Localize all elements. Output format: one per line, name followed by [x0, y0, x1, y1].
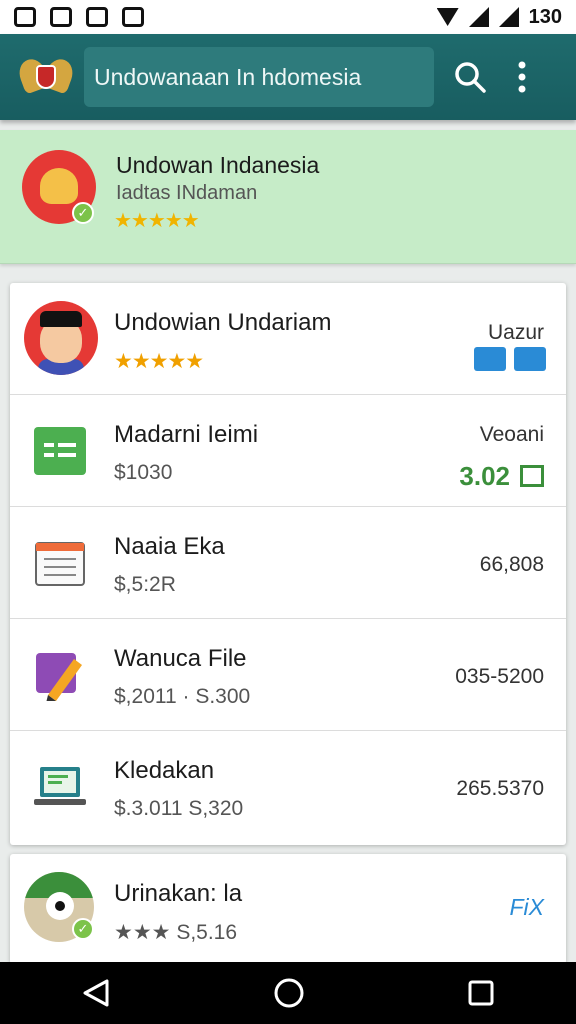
item-value: 035-5200 [455, 665, 544, 688]
item-value: 3.02 [459, 461, 510, 491]
item-price: $1030 [114, 461, 173, 484]
more-vert-icon [518, 61, 526, 93]
search-button[interactable] [444, 51, 496, 103]
item-price: $.3.011 S,320 [114, 797, 244, 820]
item-title: Kledakan [114, 757, 215, 784]
list-item[interactable]: Madarni Ieimi $1030 Veoani 3.02 [10, 395, 566, 507]
document-icon [35, 542, 85, 586]
navigation-bar [0, 962, 576, 1024]
item-rating: ★★★★★ [114, 350, 204, 373]
garuda-logo-icon [15, 49, 77, 105]
app-title: Undowanaan In hdomesia [94, 63, 362, 90]
item-title: Naaia Eka [114, 533, 225, 560]
item-title: Wanuca File [114, 645, 247, 672]
item-label: Veoani [479, 423, 544, 446]
featured-banner[interactable]: ✓ Undowan Indanesia Iadtas INdaman ★★★★★ [0, 130, 576, 264]
verified-check-icon: ✓ [72, 202, 94, 224]
notification-icon-3 [86, 7, 108, 27]
signal-icon-2 [498, 7, 519, 27]
item-label: Uazur [487, 321, 544, 344]
signal-icon [468, 7, 489, 27]
list-item[interactable]: Kledakan $.3.011 S,320 265.5370 [10, 731, 566, 843]
list-item[interactable]: Undowian Undariam ★★★★★ Uazur [10, 283, 566, 395]
recents-icon[interactable] [467, 979, 495, 1007]
mail-chip-icon[interactable] [514, 347, 546, 371]
notification-icon-2 [50, 7, 72, 27]
chart-chip-icon[interactable] [474, 347, 506, 371]
item-title: Undowian Undariam [114, 309, 332, 336]
featured-title: Undowan Indanesia [116, 152, 320, 178]
list-item[interactable]: Wanuca File $,2011 · S.300 035-5200 [10, 619, 566, 731]
home-icon[interactable] [273, 977, 305, 1009]
app-title-bar[interactable]: Undowanaan In hdomesia [84, 47, 434, 107]
featured-rating: ★★★★★ [114, 210, 200, 232]
item-rating: ★★★ S,5.16 [114, 921, 238, 944]
item-title: Urinakan: la [114, 880, 243, 907]
list-item[interactable]: Naaia Eka $,5:2R 66,808 [10, 507, 566, 619]
overflow-menu-button[interactable] [496, 51, 548, 103]
list-item[interactable]: ✓ Urinakan: la ★★★ S,5.16 FiX [10, 854, 566, 964]
back-icon[interactable] [81, 978, 111, 1008]
laptop-icon [34, 767, 86, 805]
wifi-icon [436, 8, 459, 26]
app-bar: Undowanaan In hdomesia [0, 34, 576, 120]
verified-check-icon: ✓ [72, 918, 94, 940]
item-price: $,5:2R [114, 573, 176, 596]
item-price: $,2011 · S.300 [114, 685, 251, 708]
featured-subtitle: Iadtas INdaman [116, 182, 258, 204]
spreadsheet-icon [34, 427, 86, 475]
item-title: Madarni Ieimi [114, 421, 259, 448]
status-bar: 130 [0, 0, 576, 34]
fix-button[interactable]: FiX [510, 894, 545, 921]
item-value: 66,808 [479, 553, 544, 576]
featured-avatar: ✓ [22, 150, 96, 224]
app-list-card: Undowian Undariam ★★★★★ Uazur Madarni Ie… [10, 283, 566, 845]
notification-icon-4 [122, 7, 144, 27]
expand-icon[interactable] [520, 465, 544, 487]
item-value: 265.5370 [456, 777, 544, 800]
notification-icon [14, 7, 36, 27]
pencil-icon [36, 653, 82, 701]
search-icon [455, 62, 486, 93]
status-time: 130 [528, 5, 562, 28]
avatar [24, 301, 98, 375]
